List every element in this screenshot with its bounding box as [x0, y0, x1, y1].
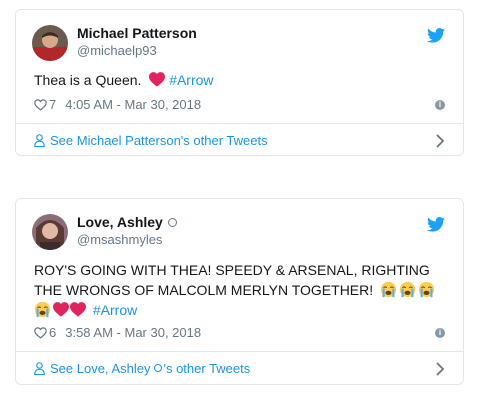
crying-emoji [34, 301, 51, 318]
timestamp[interactable]: 4:05 AM - Mar 30, 2018 [65, 97, 201, 112]
tweet-card: Love, Ashley @msashmyles ROY'S GOING WIT… [15, 198, 464, 385]
hashtag-link[interactable]: #Arrow [93, 302, 137, 318]
tweet-body: Thea is a Queen. [34, 72, 142, 88]
author-name-text[interactable]: Love, Ashley [77, 214, 163, 230]
like-count[interactable]: 7 [49, 97, 56, 112]
heart-outline-icon[interactable] [34, 98, 47, 111]
info-icon[interactable]: i [435, 328, 445, 338]
chevron-right-icon[interactable] [435, 134, 445, 148]
timestamp[interactable]: 3:58 AM - Mar 30, 2018 [65, 325, 201, 340]
author-handle[interactable]: @michaelp93 [77, 43, 157, 58]
person-icon [34, 134, 45, 147]
author-handle[interactable]: @msashmyles [77, 232, 162, 247]
divider [16, 123, 463, 124]
other-tweets-link[interactable]: See Love, Ashley 's other Tweets [34, 361, 447, 376]
twitter-bird-icon[interactable] [427, 217, 445, 232]
tweet-body-line: #Arrow [34, 300, 447, 320]
badge-icon [167, 217, 177, 227]
chevron-right-icon[interactable] [435, 362, 445, 376]
avatar[interactable] [32, 25, 68, 61]
loudly-crying-emoji [418, 281, 435, 298]
badge-icon [154, 363, 163, 372]
tweet-card: Michael Patterson @michaelp93 Thea is a … [15, 9, 464, 156]
loudly-crying-emoji [399, 281, 416, 298]
hashtag-link[interactable]: #Arrow [169, 72, 213, 88]
like-count[interactable]: 6 [49, 325, 56, 340]
tweet-body-line: ROY'S GOING WITH THEA! SPEEDY & ARSENAL,… [34, 262, 430, 278]
red-heart-emoji [53, 302, 69, 317]
info-icon[interactable]: i [435, 100, 445, 110]
tweet-text: ROY'S GOING WITH THEA! SPEEDY & ARSENAL,… [34, 260, 447, 320]
avatar[interactable] [32, 214, 68, 250]
other-tweets-link[interactable]: See Michael Patterson's other Tweets [34, 133, 447, 148]
author-name[interactable]: Michael Patterson [77, 25, 197, 41]
tweet-body-line: THE WRONGS OF MALCOLM MERLYN TOGETHER! [34, 280, 447, 300]
person-icon [34, 362, 45, 375]
tweet-meta: 6 3:58 AM - Mar 30, 2018 [34, 325, 201, 340]
other-tweets-label-prefix[interactable]: See Love, Ashley [50, 361, 150, 376]
loudly-crying-emoji [380, 281, 397, 298]
divider [16, 351, 463, 352]
author-name[interactable]: Love, Ashley [77, 214, 177, 230]
tweet-text: Thea is a Queen. #Arrow [34, 70, 447, 90]
tweet-body-text: THE WRONGS OF MALCOLM MERLYN TOGETHER! [34, 282, 374, 298]
red-heart-emoji [149, 72, 166, 87]
other-tweets-label-suffix[interactable]: 's other Tweets [163, 361, 250, 376]
twitter-bird-icon[interactable] [427, 28, 445, 43]
heart-outline-icon[interactable] [34, 326, 47, 339]
tweet-meta: 7 4:05 AM - Mar 30, 2018 [34, 97, 201, 112]
red-heart-emoji [70, 302, 86, 317]
other-tweets-label[interactable]: See Michael Patterson's other Tweets [50, 133, 268, 148]
